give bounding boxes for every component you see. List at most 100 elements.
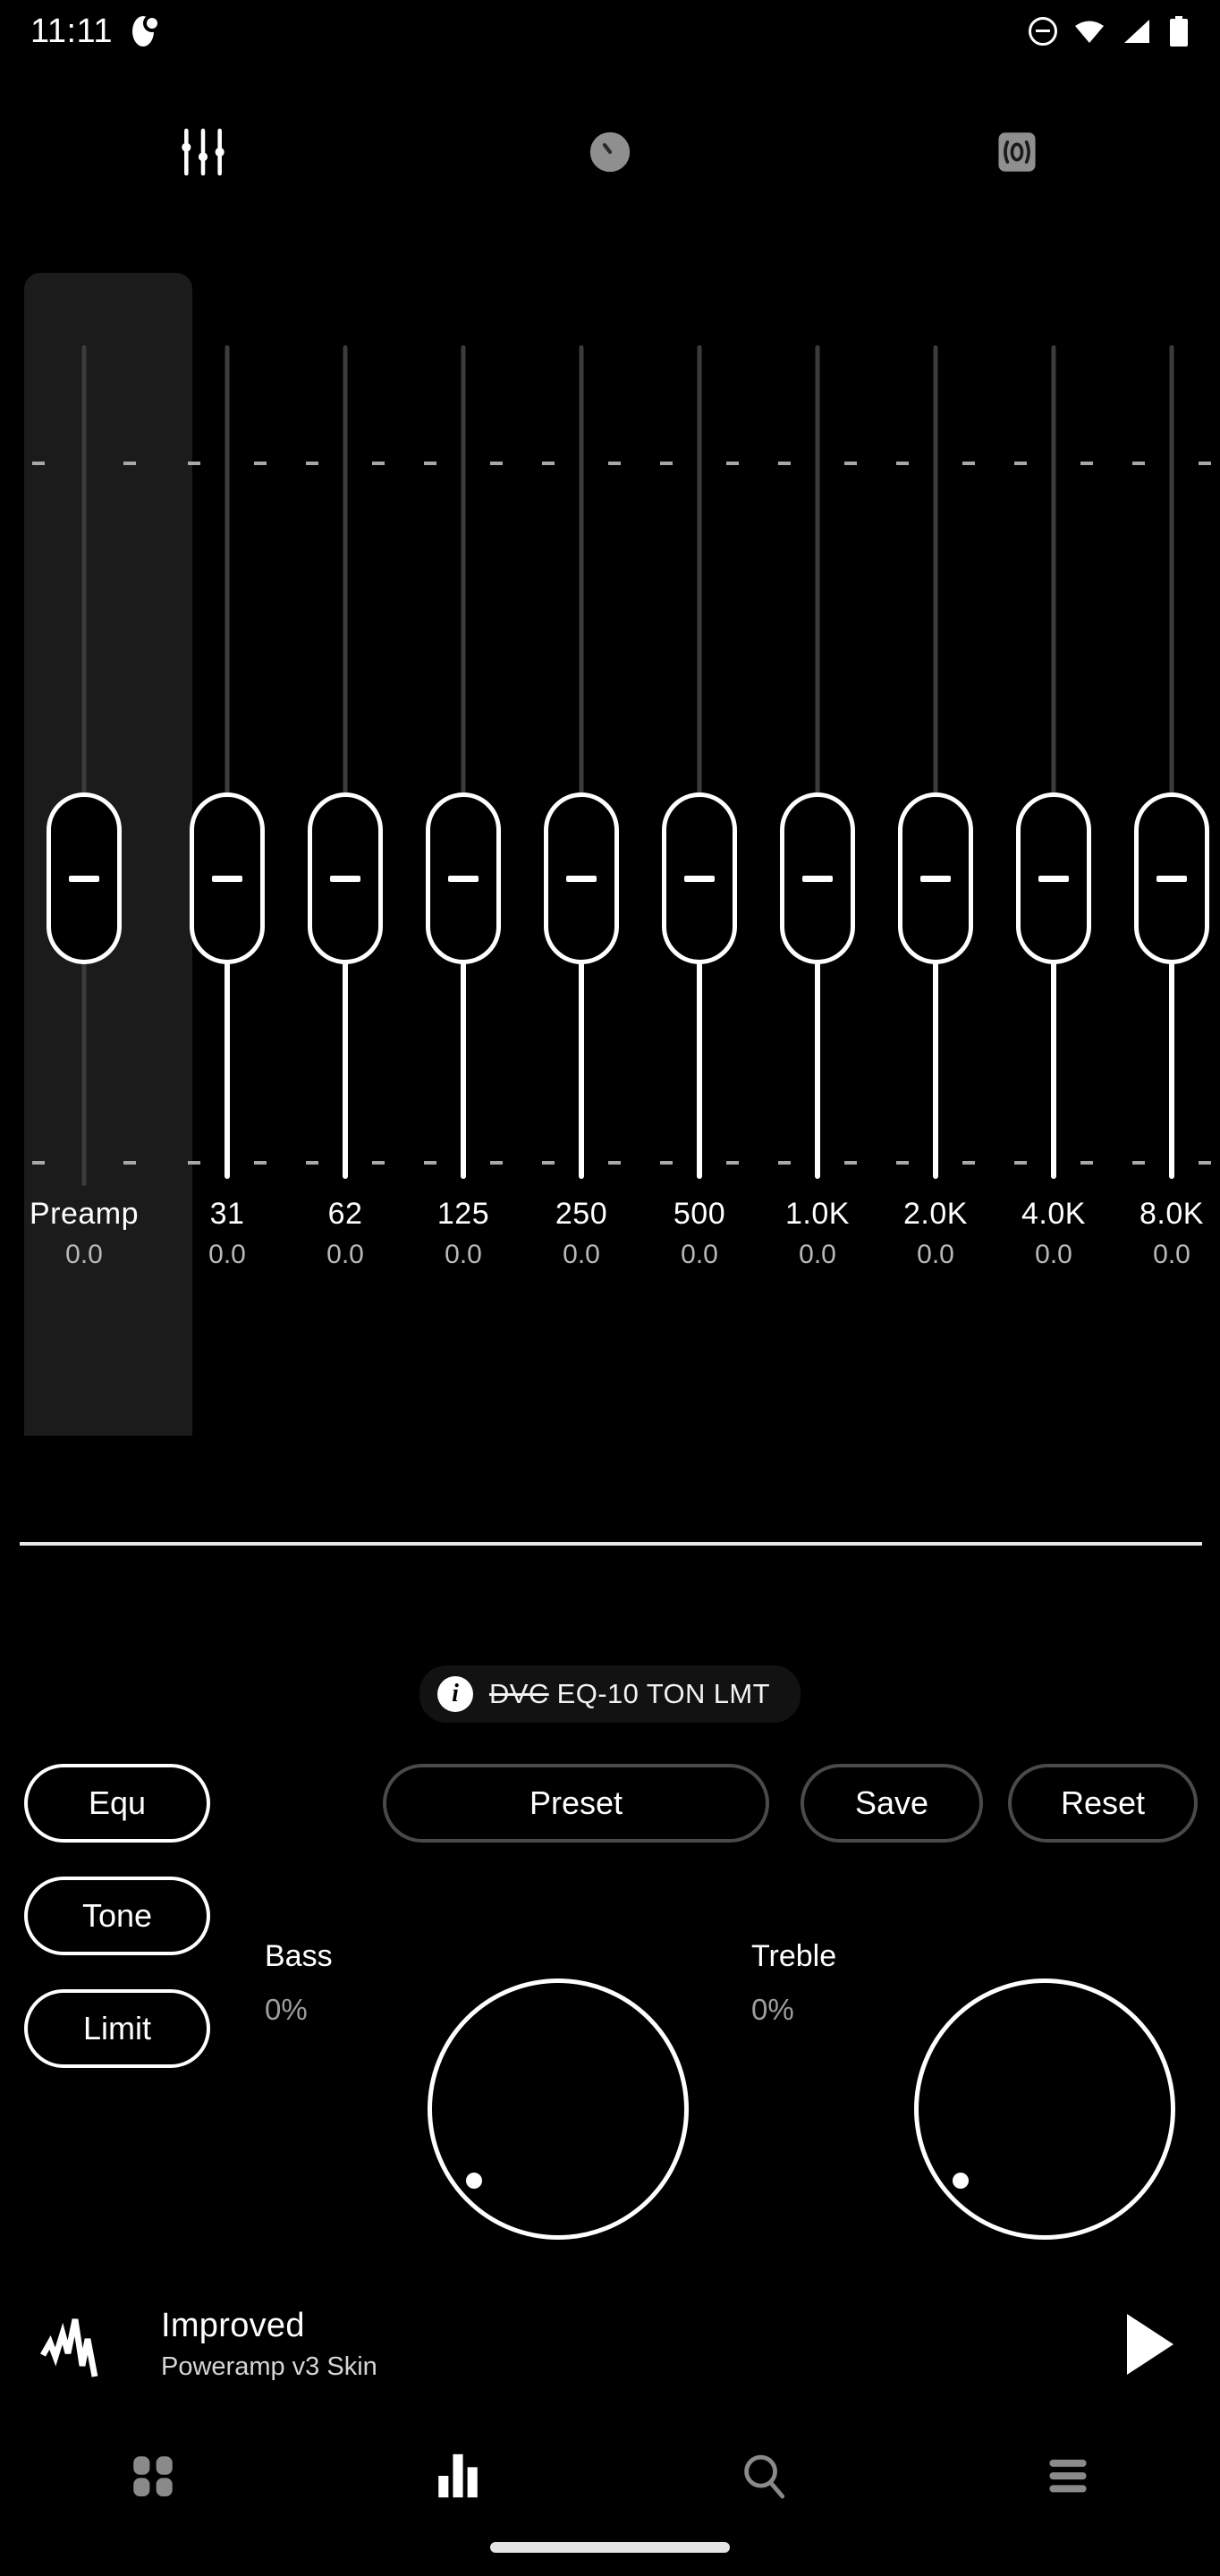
slider-track-upper bbox=[81, 345, 87, 1186]
bass-value: 0% bbox=[265, 1993, 308, 2026]
slider-tick bbox=[188, 1161, 200, 1165]
equ-button[interactable]: Equ bbox=[24, 1764, 210, 1843]
slider-tick bbox=[123, 1161, 136, 1165]
eq-slider-500[interactable]: 500 0.0 bbox=[640, 267, 758, 1429]
eq-slider-62[interactable]: 62 0.0 bbox=[286, 267, 404, 1429]
band-label: 8.0K bbox=[1140, 1197, 1204, 1231]
nav-library[interactable] bbox=[0, 2420, 305, 2531]
nav-menu[interactable] bbox=[915, 2420, 1220, 2531]
slider-thumb[interactable] bbox=[898, 792, 973, 964]
eq-slider-2-0k[interactable]: 2.0K 0.0 bbox=[877, 267, 995, 1429]
limit-button[interactable]: Limit bbox=[24, 1989, 210, 2068]
battery-icon bbox=[1170, 16, 1188, 47]
slider-thumb[interactable] bbox=[544, 792, 619, 964]
band-label: 62 bbox=[327, 1197, 363, 1231]
slider-tick bbox=[123, 462, 136, 465]
dvc-chip-label: DVC EQ-10 TON LMT bbox=[489, 1678, 770, 1710]
waveform-icon bbox=[40, 2318, 98, 2377]
slider-tick bbox=[1199, 1161, 1211, 1165]
band-label: 250 bbox=[555, 1197, 608, 1231]
eq-slider-4-0k[interactable]: 4.0K 0.0 bbox=[995, 267, 1113, 1429]
do-not-disturb-icon bbox=[1029, 17, 1057, 46]
nav-search[interactable] bbox=[610, 2420, 915, 2531]
slider-tick bbox=[542, 1161, 555, 1165]
eq-slider-preamp[interactable]: Preamp 0.0 bbox=[0, 267, 168, 1429]
eq-slider-125[interactable]: 125 0.0 bbox=[404, 267, 522, 1429]
album-art bbox=[36, 2298, 129, 2391]
band-value: 0.0 bbox=[917, 1240, 954, 1269]
bass-knob-indicator-dot bbox=[466, 2173, 482, 2189]
slider-tick bbox=[660, 462, 673, 465]
nav-equalizer[interactable] bbox=[305, 2420, 610, 2531]
slider-tick bbox=[32, 1161, 45, 1165]
slider-tick bbox=[306, 462, 318, 465]
search-icon bbox=[743, 2454, 784, 2499]
slider-tick bbox=[1199, 462, 1211, 465]
treble-knob-indicator-dot bbox=[953, 2173, 969, 2189]
slider-tick bbox=[726, 462, 739, 465]
top-tab-bar bbox=[0, 98, 1220, 206]
slider-tick bbox=[844, 462, 857, 465]
slider-thumb[interactable] bbox=[1134, 792, 1209, 964]
dvc-info-chip[interactable]: i DVC EQ-10 TON LMT bbox=[419, 1665, 801, 1723]
slider-thumb[interactable] bbox=[47, 792, 122, 964]
slider-thumb-dash bbox=[1156, 875, 1187, 882]
slider-tick bbox=[778, 462, 791, 465]
tone-tab[interactable] bbox=[407, 98, 814, 206]
slider-tick bbox=[542, 462, 555, 465]
reset-button[interactable]: Reset bbox=[1008, 1764, 1198, 1843]
slider-tick bbox=[1132, 1161, 1145, 1165]
slider-tick bbox=[1014, 462, 1027, 465]
equalizer-tab[interactable] bbox=[0, 98, 407, 206]
band-value: 0.0 bbox=[799, 1240, 836, 1269]
save-button[interactable]: Save bbox=[801, 1764, 983, 1843]
bass-knob[interactable] bbox=[428, 1979, 689, 2240]
section-divider bbox=[20, 1542, 1202, 1546]
now-playing-bar[interactable]: Improved Poweramp v3 Skin bbox=[0, 2277, 1220, 2411]
status-bar-left: 11:11 bbox=[30, 13, 159, 51]
band-label: 500 bbox=[673, 1197, 726, 1231]
band-value: 0.0 bbox=[445, 1240, 482, 1269]
band-value: 0.0 bbox=[681, 1240, 718, 1269]
status-bar: 11:11 bbox=[0, 0, 1220, 63]
band-value: 0.0 bbox=[326, 1240, 364, 1269]
band-value: 0.0 bbox=[208, 1240, 246, 1269]
eq-slider-8-0k[interactable]: 8.0K 0.0 bbox=[1113, 267, 1220, 1429]
home-indicator bbox=[490, 2542, 730, 2553]
slider-thumb[interactable] bbox=[1016, 792, 1091, 964]
slider-thumb-dash bbox=[684, 875, 715, 882]
stereo-tab[interactable] bbox=[813, 98, 1220, 206]
band-value: 0.0 bbox=[1153, 1240, 1190, 1269]
cellular-signal-icon bbox=[1124, 20, 1149, 43]
slider-tick bbox=[490, 462, 503, 465]
eq-slider-1-0k[interactable]: 1.0K 0.0 bbox=[758, 267, 877, 1429]
preset-button[interactable]: Preset bbox=[383, 1764, 769, 1843]
band-label: 4.0K bbox=[1021, 1197, 1086, 1231]
now-playing-meta: Improved Poweramp v3 Skin bbox=[161, 2307, 1116, 2382]
eq-slider-31[interactable]: 31 0.0 bbox=[168, 267, 286, 1429]
slider-tick bbox=[962, 1161, 975, 1165]
eq-slider-250[interactable]: 250 0.0 bbox=[522, 267, 640, 1429]
slider-thumb[interactable] bbox=[662, 792, 737, 964]
slider-thumb-dash bbox=[566, 875, 597, 882]
slider-thumb-dash bbox=[69, 875, 99, 882]
band-label: 2.0K bbox=[903, 1197, 968, 1231]
slider-tick bbox=[608, 462, 621, 465]
dvc-rest-text: EQ-10 TON LMT bbox=[548, 1678, 770, 1709]
status-time: 11:11 bbox=[30, 12, 113, 50]
info-icon: i bbox=[436, 1676, 473, 1712]
slider-thumb-dash bbox=[212, 875, 242, 882]
play-button[interactable] bbox=[1116, 2307, 1184, 2382]
tone-button[interactable]: Tone bbox=[24, 1877, 210, 1955]
dvc-strike-text: DVC bbox=[488, 1678, 549, 1709]
treble-knob[interactable] bbox=[914, 1979, 1175, 2240]
band-value: 0.0 bbox=[1035, 1240, 1072, 1269]
slider-thumb[interactable] bbox=[426, 792, 501, 964]
slider-thumb[interactable] bbox=[780, 792, 855, 964]
bottom-navigation-bar bbox=[0, 2420, 1220, 2531]
equalizer-sliders-icon bbox=[182, 128, 225, 176]
slider-thumb-dash bbox=[1038, 875, 1069, 882]
slider-tick bbox=[372, 1161, 385, 1165]
slider-thumb[interactable] bbox=[308, 792, 383, 964]
slider-thumb[interactable] bbox=[190, 792, 265, 964]
